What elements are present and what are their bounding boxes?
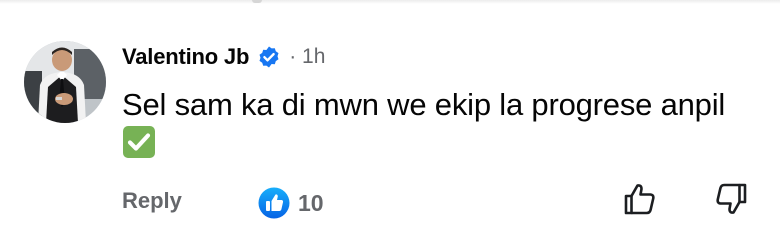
comment-timestamp[interactable]: · 1h — [289, 45, 325, 69]
white-check-mark-emoji — [122, 125, 156, 159]
comment-body: Sel sam ka di mwn we ekip la progrese an… — [122, 85, 762, 165]
top-edge-mark — [252, 0, 262, 3]
reaction-summary[interactable]: 10 — [258, 186, 324, 220]
avatar-photo — [24, 41, 106, 123]
top-divider — [0, 0, 780, 4]
reaction-count: 10 — [298, 189, 324, 216]
comment-header: Valentino Jb · 1h — [122, 42, 325, 72]
reply-button[interactable]: Reply — [122, 188, 182, 214]
verified-badge-icon — [257, 45, 281, 69]
thumbs-up-outline-icon[interactable] — [622, 181, 658, 217]
thumbs-down-outline-icon[interactable] — [713, 181, 749, 217]
avatar[interactable] — [24, 41, 106, 123]
like-reaction-icon — [258, 187, 290, 219]
comment-text: Sel sam ka di mwn we ekip la progrese an… — [122, 87, 726, 122]
author-name[interactable]: Valentino Jb — [122, 44, 249, 70]
